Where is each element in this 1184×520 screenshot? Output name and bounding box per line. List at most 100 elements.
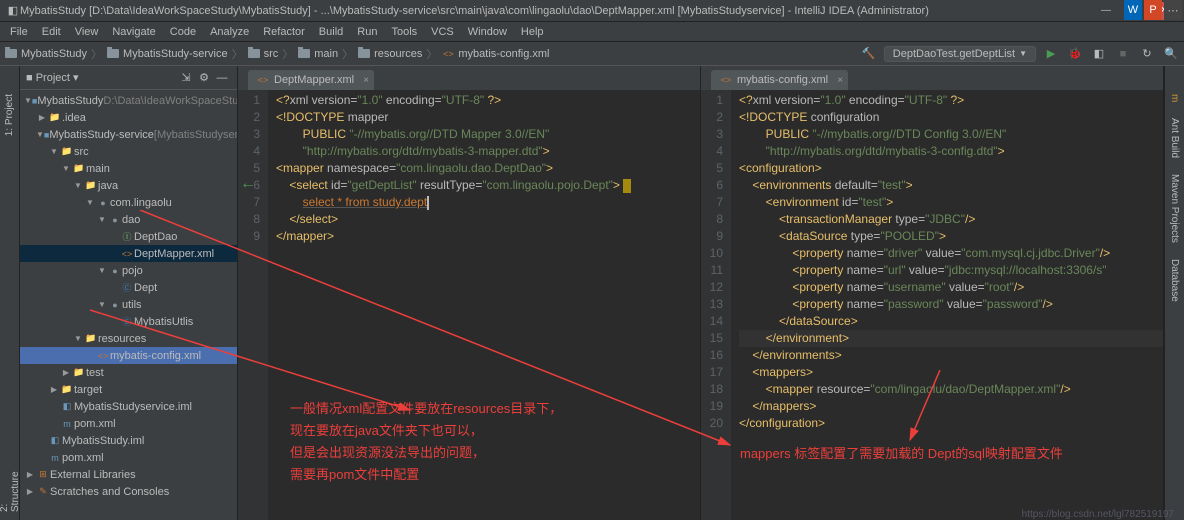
tree-item[interactable]: ▶📁 target xyxy=(20,381,237,398)
minimize-button[interactable]: — xyxy=(1092,2,1120,20)
src-icon: 📁 xyxy=(84,179,98,193)
mvn-icon: m xyxy=(60,417,74,431)
hide-icon[interactable]: — xyxy=(213,69,231,87)
gear-icon[interactable]: ⚙ xyxy=(195,69,213,87)
breadcrumb-item[interactable]: MybatisStudy xyxy=(4,47,87,61)
tree-item[interactable]: ▼■ MybatisStudy D:\Data\IdeaWorkSpaceStu… xyxy=(20,92,237,109)
tree-item[interactable]: ▼📁 main xyxy=(20,160,237,177)
tree-item[interactable]: ▶📁 .idea xyxy=(20,109,237,126)
close-tab-icon[interactable]: × xyxy=(837,75,843,86)
app-icon: ◧ xyxy=(6,4,20,18)
close-tab-icon[interactable]: × xyxy=(363,75,369,86)
structure-tab[interactable]: 2: Structure xyxy=(0,468,21,512)
menu-refactor[interactable]: Refactor xyxy=(257,24,311,40)
xml-icon xyxy=(719,73,733,87)
minimap[interactable] xyxy=(1149,92,1161,292)
res-icon: 📁 xyxy=(84,332,98,346)
menu-tools[interactable]: Tools xyxy=(385,24,423,40)
code-area-left[interactable]: 123456789 ←<?xml version="1.0" encoding=… xyxy=(238,90,700,520)
menu-code[interactable]: Code xyxy=(164,24,202,40)
editor-left: DeptMapper.xml× 123456789 ←<?xml version… xyxy=(238,66,701,520)
tree-item[interactable]: ▼● utils xyxy=(20,296,237,313)
pkg-icon: ● xyxy=(108,213,122,227)
menu-run[interactable]: Run xyxy=(351,24,383,40)
breadcrumb-item[interactable]: main xyxy=(297,47,338,61)
bottom-left-strip: 2: Structure xyxy=(0,440,20,520)
menu-window[interactable]: Window xyxy=(462,24,513,40)
tree-item[interactable]: <> DeptMapper.xml xyxy=(20,245,237,262)
fld-icon: 📁 xyxy=(48,111,62,125)
tree-item[interactable]: ▼■ MybatisStudy-service [MybatisStudyser… xyxy=(20,126,237,143)
tree-item[interactable]: m pom.xml xyxy=(20,449,237,466)
collapse-icon[interactable]: ⇲ xyxy=(177,69,195,87)
back-arrow-icon: ← xyxy=(240,175,256,192)
tree-item[interactable]: <> mybatis-config.xml xyxy=(20,347,237,364)
tree-item[interactable]: ▼📁 resources xyxy=(20,330,237,347)
xml-icon: <> xyxy=(120,247,134,261)
tree-item[interactable]: Ⓒ Dept xyxy=(20,279,237,296)
fld-icon: 📁 xyxy=(60,383,74,397)
tree-item[interactable]: Ⓘ DeptDao xyxy=(20,228,237,245)
tab-deptmapper[interactable]: DeptMapper.xml× xyxy=(248,70,374,90)
menu-vcs[interactable]: VCS xyxy=(425,24,460,40)
chevron-down-icon: ▼ xyxy=(1019,49,1027,58)
tree-item[interactable]: m pom.xml xyxy=(20,415,237,432)
tree-item[interactable]: ▼● dao xyxy=(20,211,237,228)
build-icon[interactable]: 🔨 xyxy=(860,45,878,63)
cls-icon: Ⓒ xyxy=(120,281,134,295)
maven-tab[interactable]: Maven Projects xyxy=(1169,174,1180,243)
lib-icon: ⊞ xyxy=(36,468,50,482)
run-config-selector[interactable]: DeptDaoTest.getDeptList ▼ xyxy=(884,46,1036,62)
run-button[interactable]: ▶ xyxy=(1042,45,1060,63)
task-tray-icons: WP⋯ xyxy=(1124,0,1182,20)
menu-build[interactable]: Build xyxy=(313,24,349,40)
menubar: FileEditViewNavigateCodeAnalyzeRefactorB… xyxy=(0,22,1184,42)
menu-edit[interactable]: Edit xyxy=(36,24,67,40)
coverage-button[interactable]: ◧ xyxy=(1090,45,1108,63)
ant-build-tab[interactable]: Ant Build xyxy=(1169,118,1180,158)
run-config-label: DeptDaoTest.getDeptList xyxy=(893,48,1015,60)
breadcrumb-item[interactable]: mybatis-config.xml xyxy=(441,47,549,61)
toolbar: MybatisStudy〉MybatisStudy-service〉src〉ma… xyxy=(0,42,1184,66)
mvn-icon: m xyxy=(48,451,62,465)
code-area-right[interactable]: 1234567891011121314151617181920 <?xml ve… xyxy=(701,90,1163,520)
window-title: MybatisStudy [D:\Data\IdeaWorkSpaceStudy… xyxy=(20,5,1092,17)
tree-item[interactable]: Ⓒ MybatisUtlis xyxy=(20,313,237,330)
xml-icon: <> xyxy=(96,349,110,363)
stop-button[interactable]: ■ xyxy=(1114,45,1132,63)
pkg-icon: ● xyxy=(108,298,122,312)
int-icon: Ⓘ xyxy=(120,230,134,244)
project-tree[interactable]: ▼■ MybatisStudy D:\Data\IdeaWorkSpaceStu… xyxy=(20,90,237,502)
tree-item[interactable]: ▼📁 src xyxy=(20,143,237,160)
project-panel: ■ Project ▾ ⇲ ⚙ — ▼■ MybatisStudy D:\Dat… xyxy=(20,66,238,520)
breadcrumb-item[interactable]: MybatisStudy-service xyxy=(106,47,228,61)
fld-icon: 📁 xyxy=(72,366,86,380)
pkg-icon: ● xyxy=(96,196,110,210)
menu-navigate[interactable]: Navigate xyxy=(106,24,161,40)
database-tab[interactable]: Database xyxy=(1169,259,1180,302)
menu-view[interactable]: View xyxy=(69,24,105,40)
project-panel-title: ■ Project ▾ xyxy=(26,71,177,84)
project-tool-tab[interactable]: 1: Project xyxy=(4,94,15,136)
breadcrumb-item[interactable]: src xyxy=(247,47,279,61)
iml-icon: ◧ xyxy=(60,400,74,414)
tree-item[interactable]: ▶📁 test xyxy=(20,364,237,381)
right-tool-strip: m Ant Build Maven Projects Database xyxy=(1164,66,1184,520)
search-icon[interactable]: 🔍 xyxy=(1162,45,1180,63)
tree-item[interactable]: ◧ MybatisStudyservice.iml xyxy=(20,398,237,415)
tree-item[interactable]: ▶✎ Scratches and Consoles xyxy=(20,483,237,500)
scr-icon: ✎ xyxy=(36,485,50,499)
tree-item[interactable]: ◧ MybatisStudy.iml xyxy=(20,432,237,449)
tree-item[interactable]: ▼● com.lingaolu xyxy=(20,194,237,211)
editor-right: mybatis-config.xml× 12345678910111213141… xyxy=(701,66,1164,520)
breadcrumb-item[interactable]: resources xyxy=(357,47,422,61)
tab-mybatisconfig[interactable]: mybatis-config.xml× xyxy=(711,70,848,90)
menu-file[interactable]: File xyxy=(4,24,34,40)
menu-analyze[interactable]: Analyze xyxy=(204,24,255,40)
menu-help[interactable]: Help xyxy=(515,24,550,40)
tree-item[interactable]: ▼● pojo xyxy=(20,262,237,279)
tree-item[interactable]: ▼📁 java xyxy=(20,177,237,194)
debug-button[interactable]: 🐞 xyxy=(1066,45,1084,63)
update-button[interactable]: ↻ xyxy=(1138,45,1156,63)
tree-item[interactable]: ▶⊞ External Libraries xyxy=(20,466,237,483)
